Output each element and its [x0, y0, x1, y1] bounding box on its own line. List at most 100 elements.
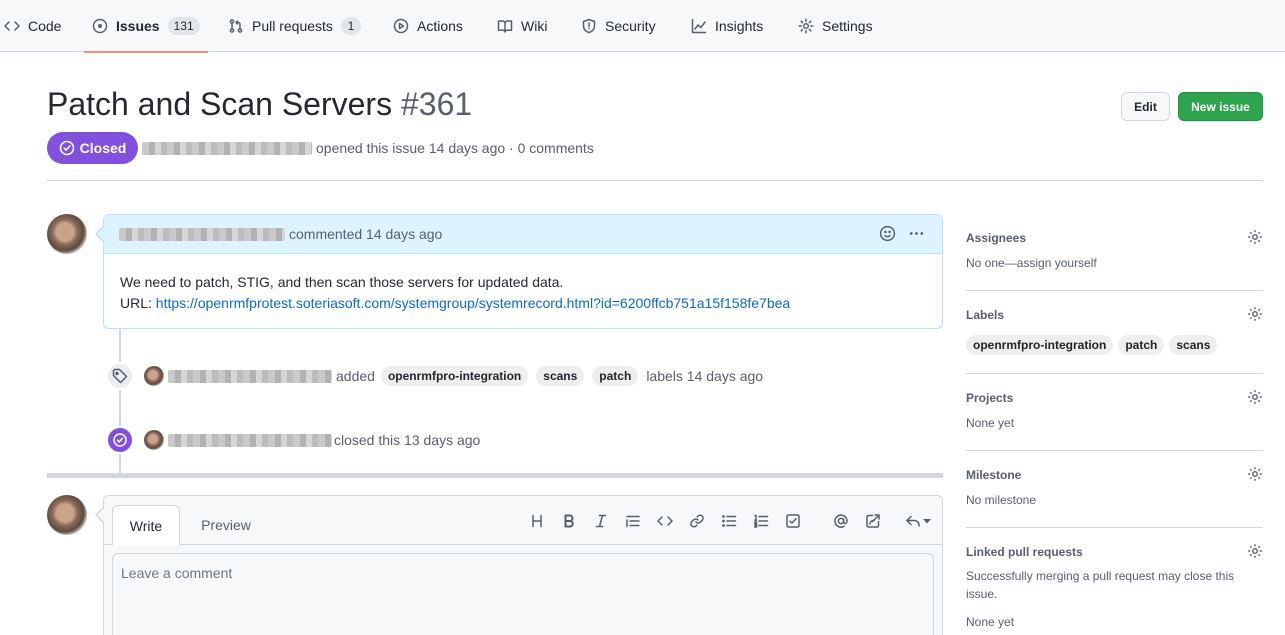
avatar[interactable]: [47, 214, 87, 254]
link-button[interactable]: [686, 510, 708, 532]
gear-icon: [1248, 467, 1262, 481]
tab-security-label: Security: [605, 18, 656, 34]
sidebar-assignees-title: Assignees: [966, 231, 1027, 245]
closed-badge: [106, 426, 134, 454]
comment-url-link[interactable]: https://openrmfprotest.soteriasoft.com/s…: [156, 295, 790, 311]
comment-body: We need to patch, STIG, and then scan th…: [104, 254, 942, 332]
redacted-username[interactable]: [168, 433, 332, 447]
tab-wiki-label: Wiki: [521, 18, 548, 34]
issues-count-badge: 131: [167, 17, 200, 35]
linked-prs-description: Successfully merging a pull request may …: [966, 569, 1235, 601]
redacted-username[interactable]: [142, 141, 312, 155]
check-circle-icon: [113, 433, 127, 447]
redacted-username[interactable]: [168, 369, 332, 383]
sidebar-linked-prs: Linked pull requests Successfully mergin…: [966, 543, 1263, 631]
sidebar-divider: [966, 290, 1263, 291]
tab-pull-requests[interactable]: Pull requests 1: [228, 0, 361, 52]
tab-preview[interactable]: Preview: [188, 505, 264, 544]
list-unordered-icon: [722, 515, 737, 527]
sidebar-linked-prs-title: Linked pull requests: [966, 545, 1083, 559]
issue-state-badge: Closed: [47, 132, 138, 164]
bulleted-list-button[interactable]: [718, 510, 740, 532]
avatar[interactable]: [144, 430, 164, 450]
assign-yourself-link[interactable]: No one—assign yourself: [966, 254, 1263, 272]
graph-icon: [691, 18, 707, 34]
numbered-list-button[interactable]: [750, 510, 772, 532]
added-text: added: [336, 368, 375, 384]
milestone-settings-button[interactable]: [1247, 466, 1263, 482]
tab-pull-requests-label: Pull requests: [252, 18, 333, 34]
sidebar-milestone: Milestone No milestone: [966, 466, 1263, 509]
sidebar-milestone-title: Milestone: [966, 468, 1022, 482]
comment-line-1: We need to patch, STIG, and then scan th…: [120, 274, 564, 290]
tag-badge: [106, 362, 134, 390]
avatar[interactable]: [144, 366, 164, 386]
heading-icon: [532, 514, 542, 528]
smiley-icon[interactable]: [879, 225, 896, 242]
assignees-settings-button[interactable]: [1247, 229, 1263, 245]
code-button[interactable]: [654, 510, 676, 532]
italic-button[interactable]: [590, 510, 612, 532]
sidebar-label-scans[interactable]: scans: [1169, 335, 1218, 355]
reply-icon: [906, 515, 920, 527]
edit-button[interactable]: Edit: [1121, 92, 1170, 121]
issue-title-text: Patch and Scan Servers: [47, 86, 393, 122]
tasklist-icon: [786, 514, 800, 528]
issue-title: Patch and Scan Servers #361: [47, 86, 472, 123]
sidebar-projects: Projects None yet: [966, 389, 1263, 432]
comment-textarea[interactable]: [112, 553, 934, 635]
issue-comment: commented 14 days ago We need to patch, …: [103, 214, 943, 329]
comment-editor: Write Preview: [103, 495, 943, 635]
milestone-value: No milestone: [966, 493, 1037, 507]
labels-settings-button[interactable]: [1247, 306, 1263, 322]
tab-settings[interactable]: Settings: [798, 0, 873, 52]
tab-issues[interactable]: Issues 131: [84, 0, 208, 53]
gear-icon: [1248, 230, 1262, 244]
tab-settings-label: Settings: [822, 18, 873, 34]
tab-actions[interactable]: Actions: [393, 0, 463, 52]
play-icon: [393, 18, 409, 34]
labels-added-event: added openrmfpro-integration scans patch…: [144, 366, 763, 386]
comment-timestamp[interactable]: commented 14 days ago: [289, 226, 442, 242]
sidebar-projects-title: Projects: [966, 391, 1014, 405]
editor-tab-divider: [104, 544, 942, 545]
projects-settings-button[interactable]: [1247, 389, 1263, 405]
saved-replies-button[interactable]: [902, 510, 934, 532]
sidebar-label-openrmfpro-integration[interactable]: openrmfpro-integration: [966, 335, 1114, 355]
repo-nav: Code Issues 131 Pull requests 1 Actions …: [0, 0, 1285, 53]
label-patch[interactable]: patch: [592, 366, 639, 386]
tab-wiki[interactable]: Wiki: [497, 0, 547, 52]
new-issue-button[interactable]: New issue: [1178, 92, 1263, 121]
projects-value: None yet: [966, 416, 1015, 430]
task-list-button[interactable]: [782, 510, 804, 532]
tab-security[interactable]: Security: [581, 0, 656, 52]
label-openrmfpro-integration[interactable]: openrmfpro-integration: [380, 366, 529, 386]
comment-url-prefix: URL:: [120, 295, 152, 311]
redacted-username[interactable]: [119, 227, 285, 241]
quote-icon: [626, 515, 640, 528]
avatar[interactable]: [47, 495, 87, 535]
comment-header: commented 14 days ago: [104, 215, 942, 254]
tab-write[interactable]: Write: [112, 505, 180, 545]
reference-button[interactable]: [862, 510, 884, 532]
list-ordered-icon: [754, 514, 769, 528]
issue-meta: opened this issue 14 days ago · 0 commen…: [142, 140, 594, 156]
linked-prs-settings-button[interactable]: [1247, 543, 1263, 559]
sidebar-assignees: Assignees No one—assign yourself: [966, 229, 1263, 272]
issue-state-label: Closed: [79, 140, 127, 156]
mention-button[interactable]: [830, 510, 852, 532]
linked-prs-value: None yet: [966, 615, 1015, 629]
code-icon: [657, 516, 673, 526]
label-scans[interactable]: scans: [536, 366, 585, 386]
sidebar-label-patch[interactable]: patch: [1118, 335, 1165, 355]
heading-button[interactable]: [526, 510, 548, 532]
bold-button[interactable]: [558, 510, 580, 532]
tab-code[interactable]: Code: [4, 0, 61, 52]
editor-pointer-fill: [97, 507, 105, 523]
tab-insights[interactable]: Insights: [691, 0, 763, 52]
tab-actions-label: Actions: [417, 18, 463, 34]
sidebar-divider: [966, 450, 1263, 451]
git-pull-request-icon: [229, 19, 243, 33]
kebab-horizontal-icon[interactable]: [908, 225, 925, 242]
quote-button[interactable]: [622, 510, 644, 532]
